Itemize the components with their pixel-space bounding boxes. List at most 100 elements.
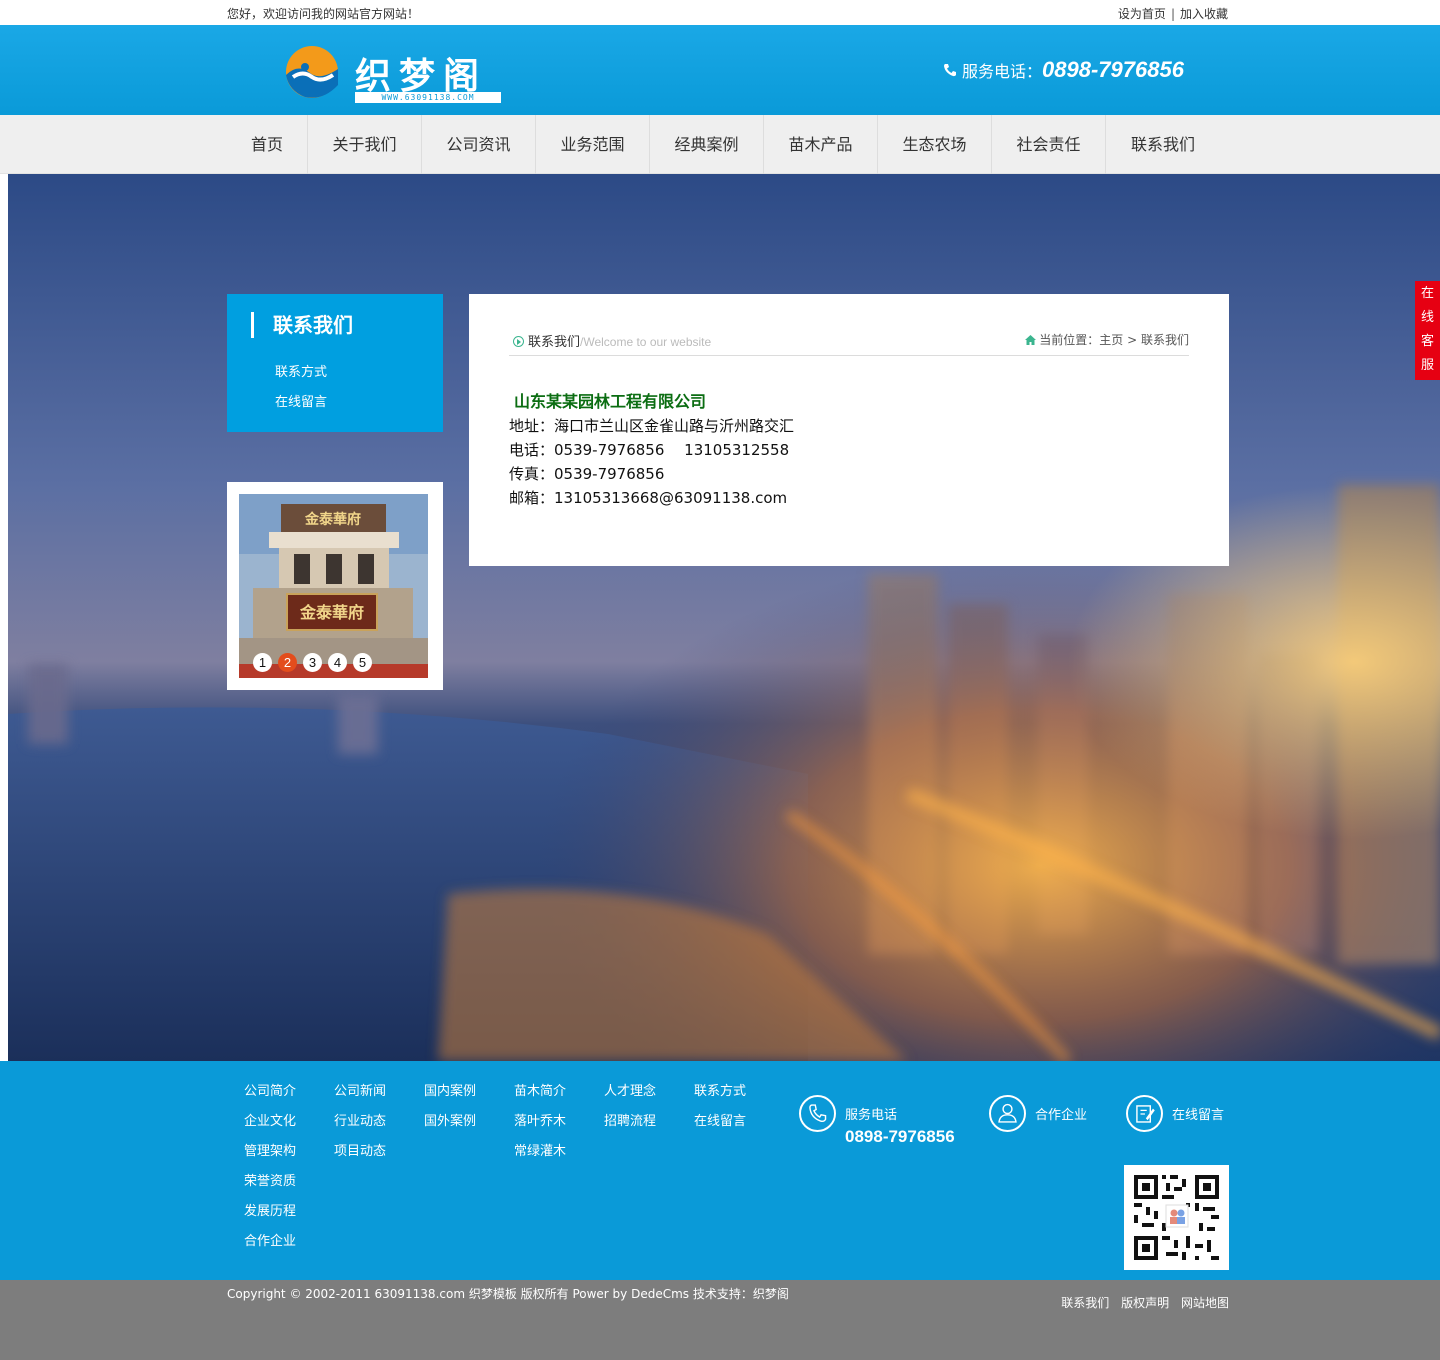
footer-column-contact: 联系方式 在线留言	[694, 1081, 746, 1141]
footer-link[interactable]: 公司新闻	[334, 1081, 386, 1111]
nav-item-farm[interactable]: 生态农场	[878, 115, 992, 174]
welcome-text: 您好，欢迎访问我的网站官方网站！	[227, 7, 420, 21]
content-subtitle: /Welcome to our website	[580, 335, 712, 349]
nav-item-news[interactable]: 公司资讯	[422, 115, 536, 174]
footer-link[interactable]: 联系方式	[694, 1081, 746, 1111]
phone-circle-icon	[799, 1095, 836, 1132]
nav-item-responsibility[interactable]: 社会责任	[992, 115, 1106, 174]
nav-item-business[interactable]: 业务范围	[536, 115, 650, 174]
online-service-char: 客	[1420, 334, 1434, 349]
footer-link[interactable]: 发展历程	[244, 1201, 296, 1231]
slider-dot-2[interactable]: 2	[278, 653, 297, 672]
sidebar-item-contact-info[interactable]: 联系方式	[275, 361, 327, 380]
photo-sign-main: 金泰華府	[299, 603, 364, 622]
hotline-label: 服务电话：	[962, 62, 1043, 81]
photo-sign-top: 金泰華府	[304, 511, 361, 528]
footer-link-copyright[interactable]: 版权声明	[1121, 1296, 1169, 1310]
sidebar-item-message[interactable]: 在线留言	[275, 391, 327, 410]
user-circle-icon	[989, 1095, 1026, 1132]
company-name: 山东某某园林工程有限公司	[514, 392, 707, 411]
site-logo[interactable]: 织梦阁 WWW.63091138.COM	[283, 41, 508, 105]
content-header: 联系我们/Welcome to our website 当前位置：主页 > 联系…	[509, 330, 1189, 356]
footer-link[interactable]: 招聘流程	[604, 1111, 656, 1141]
nav-item-home[interactable]: 首页	[227, 115, 308, 174]
footer-column-jobs: 人才理念 招聘流程	[604, 1081, 656, 1141]
top-links-separator: |	[1170, 7, 1175, 21]
slider-dot-4[interactable]: 4	[328, 653, 347, 672]
online-service-char: 服	[1420, 358, 1434, 373]
footer-link[interactable]: 企业文化	[244, 1111, 296, 1141]
nav-item-about[interactable]: 关于我们	[308, 115, 422, 174]
breadcrumb: 当前位置：主页 > 联系我们	[1025, 331, 1189, 348]
footer-link[interactable]: 人才理念	[604, 1081, 656, 1111]
nav-item-products[interactable]: 苗木产品	[764, 115, 878, 174]
footer-column-about: 公司简介 企业文化 管理架构 荣誉资质 发展历程 合作企业	[244, 1081, 296, 1261]
qr-code-icon	[1124, 1165, 1229, 1270]
footer-link[interactable]: 常绿灌木	[514, 1141, 566, 1171]
breadcrumb-current[interactable]: 联系我们	[1141, 333, 1189, 347]
footer-column-cases: 国内案例 国外案例	[424, 1081, 476, 1141]
sidebar-photo-slider: 金泰華府 金泰華府 1 2 3 4 5	[227, 482, 443, 690]
footer-link[interactable]: 落叶乔木	[514, 1111, 566, 1141]
content-card: 联系我们/Welcome to our website 当前位置：主页 > 联系…	[469, 294, 1229, 566]
play-arrow-icon	[513, 336, 524, 347]
main-nav: 首页 关于我们 公司资讯 业务范围 经典案例 苗木产品 生态农场 社会责任 联系…	[0, 115, 1440, 174]
online-service-char: 在	[1420, 286, 1434, 301]
content-title-text: 联系我们	[528, 335, 581, 350]
home-icon	[1025, 335, 1037, 345]
footer-column-news: 公司新闻 行业动态 项目动态	[334, 1081, 386, 1171]
service-phone-number: 0898-7976856	[845, 1127, 955, 1146]
footer-link[interactable]: 项目动态	[334, 1141, 386, 1171]
sidebar-menu: 联系我们 联系方式 在线留言	[227, 294, 443, 432]
edit-message-icon	[1126, 1095, 1163, 1132]
footer-link[interactable]: 管理架构	[244, 1141, 296, 1171]
message-label: 在线留言	[1172, 1108, 1225, 1123]
sidebar-title: 联系我们	[251, 312, 353, 338]
phone-icon	[944, 64, 956, 77]
slider-dot-1[interactable]: 1	[253, 653, 272, 672]
hotline-number: 0898-7976856	[1042, 57, 1184, 82]
partners-label: 合作企业	[1035, 1108, 1088, 1123]
logo-sun-wave-icon	[286, 46, 338, 98]
service-phone-label: 服务电话	[845, 1108, 898, 1123]
footer-link[interactable]: 荣誉资质	[244, 1171, 296, 1201]
copyright-links: 联系我们 版权声明 网站地图	[1053, 1294, 1229, 1311]
breadcrumb-separator: >	[1127, 333, 1138, 347]
copyright-bar: Copyright © 2002-2011 63091138.com 织梦模板 …	[0, 1280, 1440, 1360]
content-title: 联系我们/Welcome to our website	[513, 331, 711, 350]
online-service-tab[interactable]: 在 线 客 服	[1415, 281, 1440, 380]
qr-code	[1124, 1165, 1229, 1270]
top-bar: 您好，欢迎访问我的网站官方网站！ 设为首页 | 加入收藏	[0, 0, 1440, 25]
slider-pagination: 1 2 3 4 5	[253, 653, 378, 672]
footer-link[interactable]: 行业动态	[334, 1111, 386, 1141]
breadcrumb-home[interactable]: 主页	[1099, 333, 1123, 347]
footer-link[interactable]: 在线留言	[694, 1111, 746, 1141]
header-hotline: 服务电话：0898-7976856	[942, 57, 1184, 83]
footer-link[interactable]: 国内案例	[424, 1081, 476, 1111]
site-header: 织梦阁 WWW.63091138.COM 服务电话：0898-7976856	[0, 25, 1440, 115]
footer-link[interactable]: 合作企业	[244, 1231, 296, 1261]
slider-image[interactable]: 金泰華府 金泰華府 1 2 3 4 5	[239, 494, 428, 678]
contact-details: 山东某某园林工程有限公司 地址：海口市兰山区金雀山路与沂州路交汇 电话：0539…	[509, 390, 794, 510]
set-home-link[interactable]: 设为首页	[1118, 7, 1166, 21]
contact-phone: 电话：0539-7976856 13105312558	[509, 441, 790, 459]
contact-email: 邮箱：13105313668@63091138.com	[509, 489, 788, 507]
footer-column-products: 苗木简介 落叶乔木 常绿灌木	[514, 1081, 566, 1171]
building-photo: 金泰華府 金泰華府	[239, 494, 428, 678]
footer-link-sitemap[interactable]: 网站地图	[1181, 1296, 1229, 1310]
slider-dot-5[interactable]: 5	[353, 653, 372, 672]
top-links: 设为首页 | 加入收藏	[1118, 5, 1228, 22]
online-service-char: 线	[1420, 310, 1434, 325]
bookmark-link[interactable]: 加入收藏	[1180, 7, 1228, 21]
contact-fax: 传真：0539-7976856	[509, 465, 665, 483]
site-footer: 公司简介 企业文化 管理架构 荣誉资质 发展历程 合作企业 公司新闻 行业动态 …	[0, 1061, 1440, 1280]
footer-link-contact[interactable]: 联系我们	[1061, 1296, 1109, 1310]
footer-link[interactable]: 苗木简介	[514, 1081, 566, 1111]
nav-item-contact[interactable]: 联系我们	[1106, 115, 1220, 174]
contact-address: 地址：海口市兰山区金雀山路与沂州路交汇	[509, 417, 795, 435]
breadcrumb-label: 当前位置：	[1039, 333, 1100, 347]
footer-link[interactable]: 公司简介	[244, 1081, 296, 1111]
nav-item-cases[interactable]: 经典案例	[650, 115, 764, 174]
slider-dot-3[interactable]: 3	[303, 653, 322, 672]
footer-link[interactable]: 国外案例	[424, 1111, 476, 1141]
